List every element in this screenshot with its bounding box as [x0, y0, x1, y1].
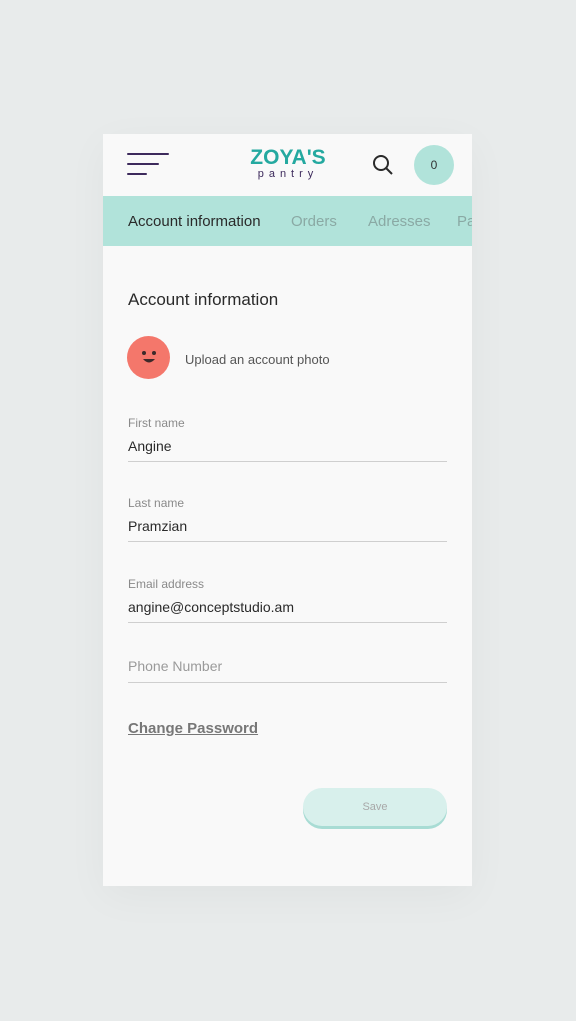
- account-card: ZOYA'S pantry 0 Account information Order…: [103, 134, 472, 886]
- logo[interactable]: ZOYA'S pantry: [250, 147, 326, 180]
- email-field[interactable]: Email address angine@conceptstudio.am: [128, 577, 447, 623]
- save-button[interactable]: Save: [303, 788, 447, 826]
- section-title: Account information: [128, 290, 279, 309]
- tab-account-information[interactable]: Account information: [128, 213, 261, 230]
- upload-photo-link[interactable]: Upload an account photo: [185, 352, 330, 367]
- avatar-smiley-icon[interactable]: [127, 336, 170, 379]
- tab-more[interactable]: Pa: [457, 213, 472, 230]
- search-icon[interactable]: [371, 153, 395, 177]
- phone-field[interactable]: Phone Number: [128, 658, 447, 683]
- cart-button[interactable]: 0: [414, 145, 454, 185]
- menu-icon[interactable]: [127, 153, 169, 177]
- last-name-field[interactable]: Last name Pramzian: [128, 496, 447, 542]
- tab-orders[interactable]: Orders: [291, 213, 337, 230]
- change-password-link[interactable]: Change Password: [128, 720, 258, 737]
- tab-bar: Account information Orders Adresses Pa: [103, 196, 472, 246]
- header: ZOYA'S pantry 0: [103, 134, 472, 196]
- tab-addresses[interactable]: Adresses: [368, 213, 431, 230]
- first-name-field[interactable]: First name Angine: [128, 416, 447, 462]
